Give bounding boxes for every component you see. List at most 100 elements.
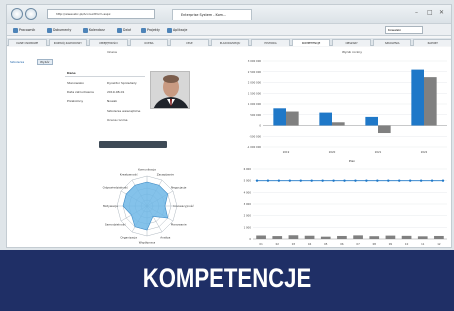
y-tick-label: 3 000 <box>244 202 252 206</box>
y-tick-label: 5 000 <box>244 179 252 183</box>
address-bar[interactable]: http://www.abc.pl/Accountform.aspx <box>47 9 155 19</box>
bar <box>434 235 444 239</box>
x-tick-label: 02 <box>276 242 280 246</box>
tab-10[interactable]: RAPORT <box>413 39 451 46</box>
x-tick-label: 05 <box>324 242 328 246</box>
profile-link[interactable]: Szkolenia <box>10 60 24 64</box>
y-tick-label: -500 000 <box>249 134 261 138</box>
x-tick-label: 12 <box>437 242 441 246</box>
radar-label: Kreatywność <box>120 172 138 176</box>
y-tick-label: 3 000 000 <box>248 59 262 63</box>
toolbar-icon <box>83 27 88 33</box>
browser-tab[interactable]: Enterprise System - Kom... <box>172 9 252 20</box>
radar-label: Samodzielność <box>105 222 126 226</box>
tab-9[interactable]: SZKOLENIA <box>372 39 412 46</box>
x-tick-label: 2022 <box>421 150 428 154</box>
x-tick-label: 09 <box>389 242 393 246</box>
chart1-title: Wynik roczny <box>341 50 363 54</box>
toolbar-icon <box>117 27 122 33</box>
x-tick-label: 2020 <box>329 150 336 154</box>
bar <box>272 236 283 239</box>
bar <box>273 108 286 126</box>
tab-6[interactable]: HISTORIA <box>251 39 290 46</box>
toolbar-button-2[interactable]: Kalendarz <box>83 26 105 34</box>
bar <box>417 236 428 239</box>
line-point <box>408 179 412 182</box>
toolbar-icon <box>141 27 146 33</box>
tab-4[interactable]: CELE <box>170 39 209 46</box>
toolbar-icon <box>47 27 52 33</box>
minimize-icon[interactable]: – <box>415 9 418 17</box>
line-point <box>343 179 346 182</box>
radar-label: Zarządzanie <box>157 172 174 176</box>
back-icon[interactable] <box>11 8 23 20</box>
line-point <box>277 179 281 182</box>
close-icon[interactable]: ✕ <box>439 9 444 17</box>
line-point <box>321 179 324 182</box>
tab-5[interactable]: PLAN ROZWOJU <box>210 39 250 46</box>
app-toolbar: Pracownik Dokumenty Kalendarz Dział Proj… <box>7 24 451 36</box>
radar-label: Organizacja <box>120 236 137 240</box>
x-tick-label: 08 <box>373 242 377 246</box>
radar-label: Negocjacje <box>171 186 187 190</box>
tab-7[interactable]: KOMPETENCJE <box>291 39 331 46</box>
toolbar-button-1[interactable]: Dokumenty <box>47 26 71 34</box>
select-button[interactable]: Wybór <box>37 59 53 65</box>
y-tick-label: -1 000 000 <box>247 145 261 149</box>
user-select[interactable]: Kowalski <box>385 26 423 34</box>
toolbar-button-0[interactable]: Pracownik <box>13 26 35 34</box>
y-tick-label: 0 <box>249 237 251 241</box>
toolbar-button-3[interactable]: Dział <box>117 26 131 34</box>
field-label: Stanowisko <box>67 81 84 85</box>
radar-label: Motywacja <box>103 204 118 208</box>
bar <box>256 235 266 239</box>
line-point <box>354 179 357 182</box>
tab-0[interactable]: DANE OSOBOWE <box>8 39 47 46</box>
x-tick-label: 04 <box>308 242 312 246</box>
line-point <box>441 179 445 182</box>
y-tick-label: 2 500 000 <box>248 70 262 74</box>
toolbar-button-5[interactable]: Aplikacje <box>167 26 187 34</box>
banner-title: KOMPETENCJE <box>142 263 312 293</box>
line-point <box>376 179 379 182</box>
x-tick-label: 2019 <box>283 150 290 154</box>
forward-icon[interactable] <box>25 8 37 20</box>
line-point <box>365 179 368 182</box>
radar-label: Analiza <box>160 236 170 240</box>
browser-titlebar: http://www.abc.pl/Accountform.aspx Enter… <box>7 5 451 24</box>
chart2-svg: 6 000 5 000 4 000 3 000 2 000 1 000 0 01 02 03 04 0… <box>244 167 447 246</box>
competency-slider[interactable] <box>99 141 167 148</box>
main-tab-strip: DANE OSOBOWE ROZWÓJ ZAWODOWY UMIEJĘTNOŚCI O… <box>7 38 451 46</box>
chart2-title: Plan <box>348 159 356 163</box>
field-value: Dyrektor Sprzedaży <box>107 81 137 85</box>
maximize-icon[interactable]: □ <box>427 9 433 17</box>
tab-8[interactable]: OBSZARY <box>332 39 371 46</box>
radar-label: Współpraca <box>139 241 156 245</box>
line-point <box>310 179 313 182</box>
x-tick-label: 01 <box>259 242 263 246</box>
line-point <box>288 179 292 182</box>
y-tick-label: 2 000 000 <box>248 81 262 85</box>
tab-3[interactable]: OCENA <box>129 39 169 46</box>
bar <box>353 235 363 239</box>
line-point <box>398 179 401 182</box>
radar-area <box>122 181 169 231</box>
line-point <box>255 179 259 182</box>
bar <box>378 125 391 134</box>
bar <box>401 235 412 239</box>
y-tick-label: 0 <box>259 124 261 128</box>
y-tick-label: 4 000 <box>244 190 252 194</box>
tab-2[interactable]: UMIEJĘTNOŚCI <box>89 39 128 46</box>
x-tick-label: 07 <box>356 242 360 246</box>
bar <box>304 235 315 239</box>
line-point <box>387 179 390 182</box>
line-point <box>332 179 335 182</box>
x-tick-label: 11 <box>421 242 425 246</box>
radar-label: Planowanie <box>171 222 187 226</box>
bar <box>319 112 332 126</box>
field-label: Przełożony <box>67 99 84 103</box>
x-tick-label: 03 <box>292 242 296 246</box>
toolbar-button-4[interactable]: Projekty <box>141 26 160 34</box>
extra-line: Ocena roczna <box>107 118 128 122</box>
tab-1[interactable]: ROZWÓJ ZAWODOWY <box>48 39 88 46</box>
